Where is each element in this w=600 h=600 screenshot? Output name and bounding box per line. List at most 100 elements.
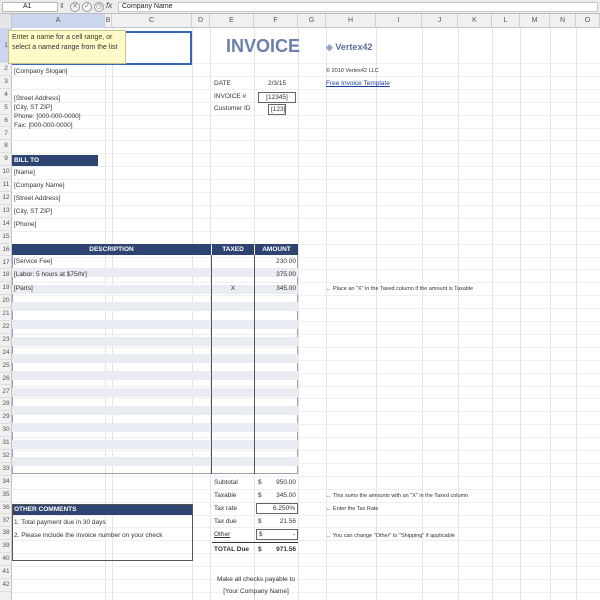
row-header-12[interactable]: 12: [0, 192, 12, 205]
row-header-2[interactable]: 2: [0, 63, 12, 76]
comment-line-1[interactable]: 1. Total payment due in 30 days: [14, 518, 106, 527]
total-due-value[interactable]: 971.56: [264, 545, 296, 554]
row-header-29[interactable]: 29: [0, 411, 12, 425]
row-header-37[interactable]: 37: [0, 515, 12, 528]
row-header-4[interactable]: 4: [0, 89, 12, 102]
grid-hline: [12, 566, 600, 568]
column-header-o[interactable]: O: [576, 14, 600, 28]
row-header-35[interactable]: 35: [0, 489, 12, 502]
row-header-26[interactable]: 26: [0, 373, 12, 386]
company-city[interactable]: [City, ST ZIP]: [14, 103, 52, 112]
item-taxed[interactable]: X: [212, 284, 254, 293]
row-header-20[interactable]: 20: [0, 295, 12, 309]
column-header-m[interactable]: M: [520, 14, 550, 28]
invoice-number-value[interactable]: [12345]: [258, 92, 296, 103]
item-desc[interactable]: [Parts]: [14, 284, 33, 293]
row-header-27[interactable]: 27: [0, 386, 12, 399]
row-header-9[interactable]: 9: [0, 153, 12, 167]
row-header-21[interactable]: 21: [0, 308, 12, 321]
taxable-value[interactable]: 345.00: [264, 491, 296, 500]
bill-to-name[interactable]: [Name]: [14, 168, 35, 177]
column-header-k[interactable]: K: [458, 14, 492, 28]
row-header-34[interactable]: 34: [0, 476, 12, 489]
row-header-8[interactable]: 8: [0, 140, 12, 154]
item-amount[interactable]: 375.00: [256, 270, 296, 279]
row-header-33[interactable]: 33: [0, 463, 12, 476]
invoice-number-label: INVOICE #: [214, 93, 247, 100]
row-header-19[interactable]: 19: [0, 282, 12, 296]
row-header-39[interactable]: 39: [0, 540, 12, 554]
item-amount[interactable]: 345.00: [256, 284, 296, 293]
column-header-h[interactable]: H: [326, 14, 376, 28]
subtotal-value[interactable]: 950.00: [264, 478, 296, 487]
grid-hline: [12, 179, 600, 181]
row-header-11[interactable]: 11: [0, 179, 12, 192]
row-header-42[interactable]: 42: [0, 579, 12, 592]
column-header-c[interactable]: C: [112, 14, 192, 28]
bill-to-phone[interactable]: [Phone]: [14, 220, 36, 229]
column-header-g[interactable]: G: [298, 14, 326, 28]
row-header-15[interactable]: 15: [0, 231, 12, 244]
invoice-title[interactable]: INVOICE: [220, 36, 300, 57]
items-table-stripe: [12, 371, 298, 381]
column-header-f[interactable]: F: [254, 14, 298, 28]
column-header-d[interactable]: D: [192, 14, 210, 28]
row-header-6[interactable]: 6: [0, 115, 12, 128]
formula-input[interactable]: Company Name: [118, 2, 598, 12]
item-desc[interactable]: [Service Fee]: [14, 257, 52, 266]
payable-company-name[interactable]: [Your Company Name]: [208, 587, 304, 596]
row-header-10[interactable]: 10: [0, 166, 12, 180]
item-amount[interactable]: 230.00: [256, 257, 296, 266]
row-header-30[interactable]: 30: [0, 424, 12, 438]
row-header-41[interactable]: 41: [0, 566, 12, 579]
row-header-32[interactable]: 32: [0, 450, 12, 463]
row-header-18[interactable]: 18: [0, 269, 12, 283]
bill-to-street[interactable]: [Street Address]: [14, 194, 60, 203]
cancel-icon[interactable]: ✕: [70, 2, 80, 12]
row-header-3[interactable]: 3: [0, 76, 12, 89]
row-header-14[interactable]: 14: [0, 218, 12, 231]
column-header-j[interactable]: J: [422, 14, 458, 28]
function-icon[interactable]: fx: [106, 1, 112, 10]
row-header-28[interactable]: 28: [0, 398, 12, 412]
other-value-box[interactable]: $ -: [256, 529, 298, 540]
row-header-25[interactable]: 25: [0, 360, 12, 373]
row-header-7[interactable]: 7: [0, 128, 12, 141]
company-phone[interactable]: Phone: [000-000-0000]: [14, 112, 81, 121]
row-header-24[interactable]: 24: [0, 347, 12, 360]
copyright-text: © 2010 Vertex42 LLC: [326, 68, 379, 74]
timer-icon[interactable]: ◷: [94, 2, 104, 12]
company-fax[interactable]: Fax: [000-000-0000]: [14, 121, 73, 130]
row-header-16[interactable]: 16: [0, 244, 12, 257]
row-header-40[interactable]: 40: [0, 553, 12, 567]
company-slogan[interactable]: [Company Slogan]: [14, 67, 67, 76]
item-desc[interactable]: [Labor: 5 hours at $75/hr]: [14, 270, 87, 279]
column-header-l[interactable]: L: [492, 14, 520, 28]
date-value[interactable]: 2/3/15: [268, 79, 286, 88]
tax-due-value[interactable]: 21.56: [264, 517, 296, 526]
name-box-dropdown-icon[interactable]: ⇕: [59, 2, 65, 10]
tax-rate-value[interactable]: 6.250%: [256, 503, 298, 514]
customer-id-value[interactable]: [123]: [268, 104, 286, 115]
row-header-17[interactable]: 17: [0, 257, 12, 270]
select-all-corner[interactable]: [0, 14, 12, 28]
column-header-i[interactable]: I: [376, 14, 422, 28]
row-header-23[interactable]: 23: [0, 334, 12, 347]
confirm-icon[interactable]: ✓: [82, 2, 92, 12]
row-header-31[interactable]: 31: [0, 437, 12, 450]
bill-to-city[interactable]: [City, ST ZIP]: [14, 207, 52, 216]
comment-line-2[interactable]: 2. Please include the invoice number on …: [14, 531, 163, 540]
row-header-38[interactable]: 38: [0, 527, 12, 541]
bill-to-company[interactable]: [Company Name]: [14, 181, 65, 190]
free-invoice-link[interactable]: Free Invoice Template: [326, 79, 390, 88]
column-header-b[interactable]: B: [105, 14, 112, 28]
name-box[interactable]: A1: [2, 2, 58, 12]
row-header-36[interactable]: 36: [0, 502, 12, 515]
row-header-13[interactable]: 13: [0, 205, 12, 218]
column-header-e[interactable]: E: [210, 14, 254, 28]
company-street[interactable]: [Street Address]: [14, 94, 60, 103]
row-header-22[interactable]: 22: [0, 321, 12, 334]
column-header-n[interactable]: N: [550, 14, 576, 28]
column-header-a[interactable]: A: [12, 14, 105, 28]
row-header-5[interactable]: 5: [0, 102, 12, 115]
